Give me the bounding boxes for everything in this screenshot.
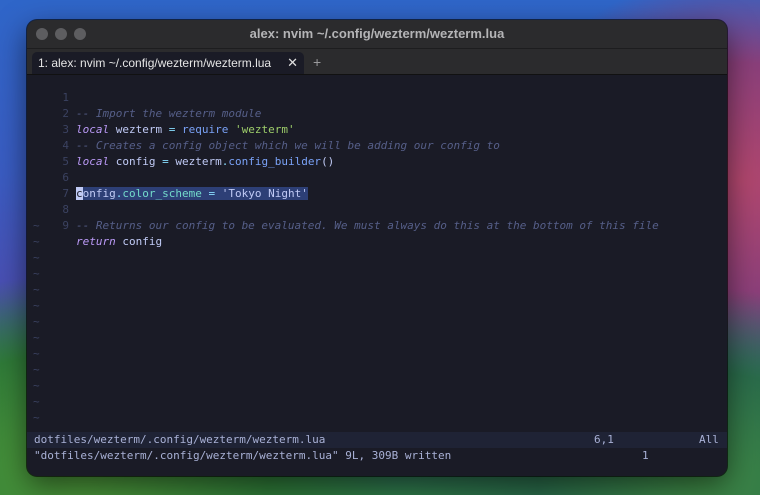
- empty-line: ~: [27, 298, 727, 314]
- title-bar: alex: nvim ~/.config/wezterm/wezterm.lua: [27, 20, 727, 49]
- code-line: 2 local wezterm = require 'wezterm': [27, 90, 727, 136]
- tilde-marker: ~: [33, 395, 40, 408]
- code-line: 3 -- Creates a config object which we wi…: [27, 106, 727, 152]
- code-line: 4 local config = wezterm.config_builder(…: [27, 122, 727, 168]
- status-line: dotfiles/wezterm/.config/wezterm/wezterm…: [27, 432, 727, 448]
- new-tab-button[interactable]: +: [313, 52, 321, 72]
- code-line: 9 return config: [27, 202, 727, 248]
- status-filename: dotfiles/wezterm/.config/wezterm/wezterm…: [34, 433, 326, 446]
- empty-line: ~: [27, 314, 727, 330]
- editor-buffer[interactable]: 1 -- Import the wezterm module 2 local w…: [27, 74, 727, 434]
- tilde-marker: ~: [33, 251, 40, 264]
- tilde-marker: ~: [33, 315, 40, 328]
- command-count: 1: [642, 449, 649, 462]
- empty-line: ~: [27, 362, 727, 378]
- scroll-position: All: [699, 433, 719, 446]
- tilde-marker: ~: [33, 379, 40, 392]
- tilde-marker: ~: [33, 299, 40, 312]
- empty-line: ~: [27, 218, 727, 234]
- window-title: alex: nvim ~/.config/wezterm/wezterm.lua: [249, 26, 505, 41]
- empty-line: ~: [27, 394, 727, 410]
- empty-line: ~: [27, 266, 727, 282]
- tilde-marker: ~: [33, 267, 40, 280]
- tilde-marker: ~: [33, 219, 40, 232]
- write-message: "dotfiles/wezterm/.config/wezterm/wezter…: [34, 449, 452, 462]
- tilde-marker: ~: [33, 331, 40, 344]
- tab-bar: 1: alex: nvim ~/.config/wezterm/wezterm.…: [27, 49, 727, 75]
- close-tab-icon[interactable]: ✕: [287, 52, 298, 74]
- empty-line: ~: [27, 330, 727, 346]
- empty-line: ~: [27, 410, 727, 426]
- tilde-marker: ~: [33, 235, 40, 248]
- cursor-position: 6,1: [594, 433, 614, 446]
- code-line: 5: [27, 138, 727, 168]
- tilde-marker: ~: [33, 411, 40, 424]
- empty-line: ~: [27, 234, 727, 250]
- empty-line: ~: [27, 378, 727, 394]
- tab-label: 1: alex: nvim ~/.config/wezterm/wezterm.…: [38, 56, 272, 70]
- code-line: 1 -- Import the wezterm module: [27, 74, 727, 120]
- tilde-marker: ~: [33, 347, 40, 360]
- empty-line: ~: [27, 346, 727, 362]
- empty-line: ~: [27, 250, 727, 266]
- terminal-window: alex: nvim ~/.config/wezterm/wezterm.lua…: [27, 20, 727, 476]
- code-line: 7: [27, 170, 727, 200]
- empty-line: ~: [27, 282, 727, 298]
- command-line[interactable]: "dotfiles/wezterm/.config/wezterm/wezter…: [27, 448, 727, 464]
- tab-active[interactable]: 1: alex: nvim ~/.config/wezterm/wezterm.…: [32, 52, 304, 74]
- tilde-marker: ~: [33, 363, 40, 376]
- tilde-marker: ~: [33, 283, 40, 296]
- code-line-selected: 6 config.color_scheme = 'Tokyo Night': [27, 154, 727, 200]
- code-line: 8 -- Returns our config to be evaluated.…: [27, 186, 727, 232]
